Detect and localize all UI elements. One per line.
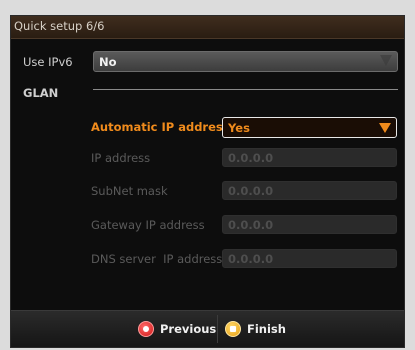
glan-section-label: GLAN [23, 86, 59, 100]
previous-icon [138, 321, 154, 337]
footer-bar: Previous Finish [11, 310, 404, 347]
dropdown-arrow-icon [380, 55, 392, 66]
ip-address-label: IP address [91, 151, 151, 165]
use-ipv6-select[interactable]: No [93, 51, 398, 72]
dropdown-arrow-icon [379, 123, 391, 133]
automatic-ip-value: Yes [228, 121, 250, 135]
glan-divider [93, 89, 398, 90]
previous-label: Previous [160, 322, 217, 336]
finish-label: Finish [247, 322, 286, 336]
automatic-ip-label: Automatic IP address [91, 120, 230, 134]
finish-button[interactable]: Finish [225, 319, 286, 339]
dialog-title: Quick setup 6/6 [14, 19, 105, 33]
dns-server-ip-input[interactable]: 0.0.0.0 [222, 249, 397, 268]
footer-divider [217, 315, 218, 343]
gateway-ip-label: Gateway IP address [91, 218, 205, 232]
finish-icon [225, 321, 241, 337]
automatic-ip-select[interactable]: Yes [222, 117, 397, 138]
dns-server-ip-label: DNS server IP address [91, 252, 223, 266]
ip-address-input[interactable]: 0.0.0.0 [222, 148, 397, 167]
previous-button[interactable]: Previous [138, 319, 216, 339]
quick-setup-dialog: Quick setup 6/6 Use IPv6 No GLAN Automat… [10, 15, 405, 348]
use-ipv6-value: No [99, 55, 117, 69]
subnet-mask-input[interactable]: 0.0.0.0 [222, 181, 397, 200]
gateway-ip-input[interactable]: 0.0.0.0 [222, 215, 397, 234]
use-ipv6-label: Use IPv6 [23, 55, 73, 69]
title-bar: Quick setup 6/6 [11, 16, 404, 39]
subnet-mask-label: SubNet mask [91, 184, 168, 198]
